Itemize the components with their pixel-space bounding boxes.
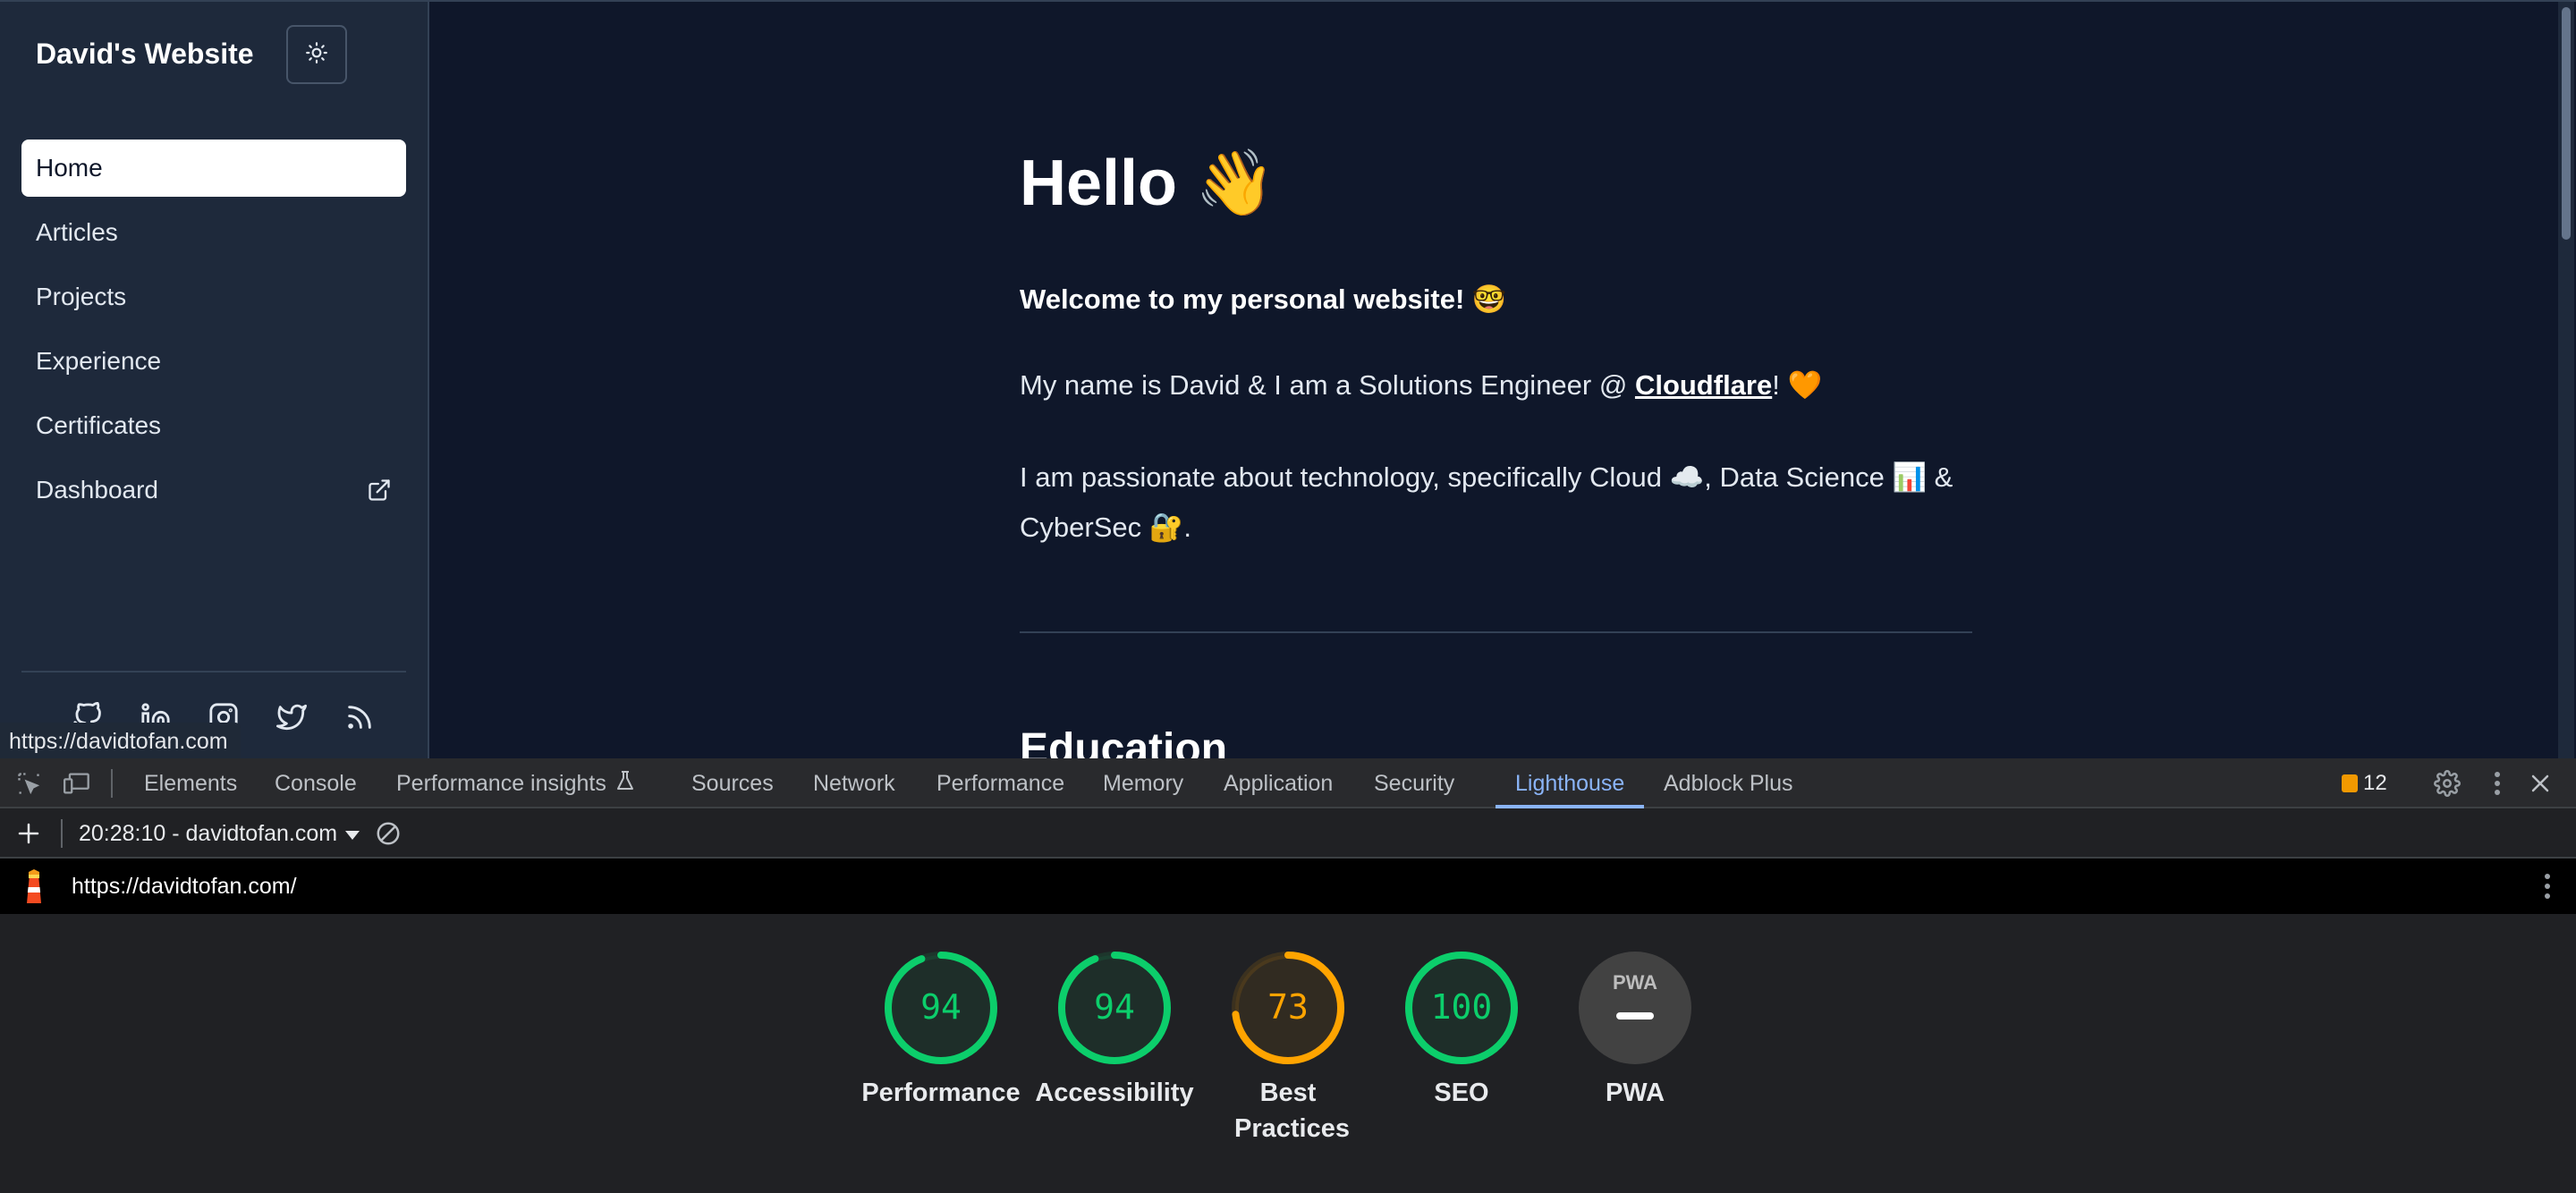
flask-icon <box>615 770 635 798</box>
close-icon[interactable] <box>2526 769 2555 798</box>
sidebar-item-label: Articles <box>36 218 118 246</box>
report-select[interactable]: 20:28:10 - davidtofan.com <box>79 808 360 859</box>
settings-gear-icon[interactable] <box>2433 769 2462 798</box>
cloudflare-link[interactable]: Cloudflare <box>1635 369 1772 401</box>
inspect-element-icon[interactable] <box>14 769 43 798</box>
intro-text-end: ! 🧡 <box>1772 369 1823 401</box>
sidebar-item-label: Dashboard <box>36 476 158 503</box>
toolbar-separator <box>61 819 63 848</box>
svg-text:73: 73 <box>1267 987 1309 1027</box>
clear-reports-icon[interactable] <box>374 819 402 848</box>
sidebar-nav: Home Articles Projects Experience Certif… <box>21 140 406 526</box>
website-viewport: David's Website Home Articles Projects E… <box>0 0 2576 758</box>
tab-security[interactable]: Security <box>1374 758 1454 808</box>
tab-console[interactable]: Console <box>275 758 357 808</box>
devtools-panel: Elements Console Performance insights So… <box>0 758 2576 1193</box>
lighthouse-logo-icon <box>18 869 50 910</box>
sidebar-divider <box>21 671 406 673</box>
page-scrollbar[interactable] <box>2558 2 2574 758</box>
tab-sources[interactable]: Sources <box>691 758 774 808</box>
score-seo[interactable]: 100 SEO <box>1368 914 1555 1111</box>
report-menu-icon[interactable] <box>2544 873 2551 904</box>
tab-network[interactable]: Network <box>813 758 895 808</box>
rss-icon[interactable] <box>340 698 379 737</box>
sidebar-item-label: Home <box>36 154 103 182</box>
gauge-label: Performance <box>861 1079 1021 1107</box>
best-practices-gauge: 73 <box>1232 952 1344 1064</box>
pwa-badge-icon: PWA <box>1579 952 1691 1064</box>
issue-flag-icon <box>2342 774 2358 792</box>
devtools-tab-bar: Elements Console Performance insights So… <box>0 758 2576 808</box>
scrollbar-thumb[interactable] <box>2562 7 2571 240</box>
sun-icon <box>305 41 328 69</box>
seo-gauge: 100 <box>1405 952 1518 1064</box>
svg-text:94: 94 <box>1094 987 1135 1027</box>
intro-text-start: My name is David & I am a Solutions Engi… <box>1020 369 1635 401</box>
twitter-icon[interactable] <box>272 698 311 737</box>
link-hover-url: https://davidtofan.com <box>0 723 241 758</box>
gauge-label: SEO <box>1434 1079 1489 1107</box>
sidebar-item-label: Certificates <box>36 411 162 439</box>
svg-text:94: 94 <box>920 987 962 1027</box>
gauge-label: Best Practices <box>1234 1079 1350 1143</box>
tab-application[interactable]: Application <box>1224 758 1333 808</box>
issues-count: 12 <box>2363 771 2387 795</box>
passion-text: I am passionate about technology, specif… <box>1020 461 1953 543</box>
add-report-plus-icon[interactable] <box>14 819 43 848</box>
content-divider <box>1020 631 1972 633</box>
report-select-value: 20:28:10 - davidtofan.com <box>79 820 338 846</box>
tab-memory[interactable]: Memory <box>1103 758 1183 808</box>
svg-text:100: 100 <box>1431 987 1493 1027</box>
education-heading: Education <box>1020 725 1228 758</box>
toolbar-separator <box>111 769 113 798</box>
tab-adblock-plus[interactable]: Adblock Plus <box>1664 758 1793 808</box>
sidebar-item-articles[interactable]: Articles <box>21 204 406 261</box>
site-title[interactable]: David's Website <box>36 38 254 71</box>
theme-toggle-button[interactable] <box>286 25 347 84</box>
page-title: Hello 👋 <box>1020 148 1275 219</box>
tab-lighthouse[interactable]: Lighthouse <box>1515 758 1624 808</box>
sidebar-item-certificates[interactable]: Certificates <box>21 397 406 454</box>
sidebar-item-home[interactable]: Home <box>21 140 406 197</box>
score-performance[interactable]: 94 Performance <box>847 914 1035 1111</box>
sidebar-item-projects[interactable]: Projects <box>21 268 406 326</box>
gauge-label: PWA <box>1605 1079 1665 1107</box>
sidebar-item-experience[interactable]: Experience <box>21 333 406 390</box>
welcome-text: Welcome to my personal website! 🤓 <box>1020 283 1507 315</box>
main-content: Hello 👋 Welcome to my personal website! … <box>1020 2 1972 758</box>
dropdown-triangle-icon <box>344 821 360 847</box>
screen: David's Website Home Articles Projects E… <box>0 0 2576 1193</box>
sidebar-item-label: Projects <box>36 283 127 310</box>
score-pwa[interactable]: PWA PWA <box>1541 914 1729 1111</box>
issues-counter[interactable]: 12 <box>2342 769 2387 798</box>
tab-label: Performance insights <box>396 770 606 796</box>
accessibility-gauge: 94 <box>1058 952 1171 1064</box>
tab-performance-insights[interactable]: Performance insights <box>396 758 635 808</box>
more-options-icon[interactable] <box>2483 769 2512 798</box>
lighthouse-scores: 94 Performance 94 Accessibility 73 Best <box>0 914 2576 1193</box>
score-accessibility[interactable]: 94 Accessibility <box>1021 914 1208 1111</box>
sidebar: David's Website Home Articles Projects E… <box>0 2 429 758</box>
lighthouse-url-bar: https://davidtofan.com/ <box>0 859 2576 914</box>
svg-text:PWA: PWA <box>1613 971 1657 994</box>
device-toolbar-icon[interactable] <box>63 769 91 798</box>
external-link-icon <box>367 478 392 509</box>
tab-performance[interactable]: Performance <box>936 758 1064 808</box>
report-url[interactable]: https://davidtofan.com/ <box>72 859 297 914</box>
sidebar-item-dashboard[interactable]: Dashboard <box>21 461 406 519</box>
score-best-practices[interactable]: 73 Best Practices <box>1194 914 1382 1146</box>
gauge-label: Accessibility <box>1035 1079 1194 1107</box>
sidebar-item-label: Experience <box>36 347 162 375</box>
tab-elements[interactable]: Elements <box>144 758 237 808</box>
lighthouse-toolbar: 20:28:10 - davidtofan.com <box>0 808 2576 859</box>
performance-gauge: 94 <box>885 952 997 1064</box>
intro-text: My name is David & I am a Solutions Engi… <box>1020 368 1822 402</box>
